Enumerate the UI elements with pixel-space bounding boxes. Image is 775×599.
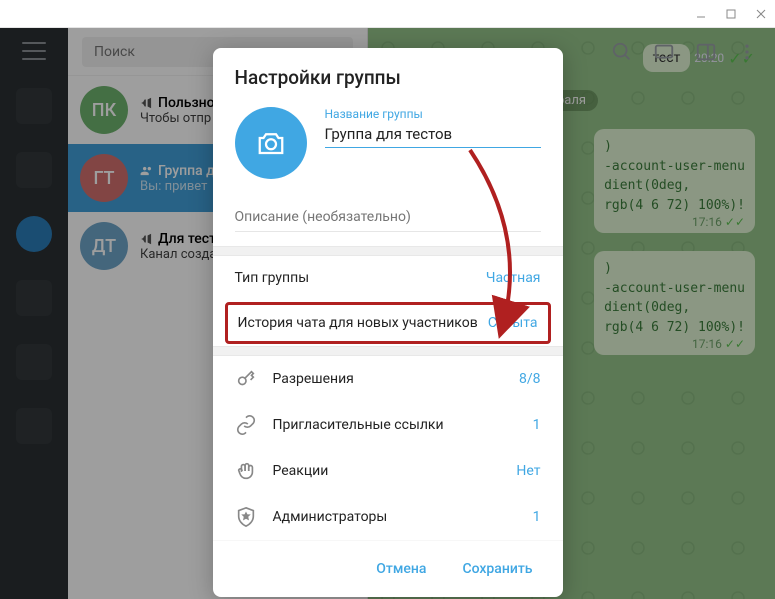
group-name-input[interactable] [325, 123, 541, 148]
shield-star-icon [235, 506, 257, 528]
camera-icon [256, 130, 286, 156]
key-icon [235, 368, 257, 390]
admins-row[interactable]: Администраторы 1 [213, 494, 563, 540]
window-titlebar [0, 0, 775, 28]
invite-links-row[interactable]: Пригласительные ссылки 1 [213, 402, 563, 448]
link-icon [235, 414, 257, 436]
group-photo-button[interactable] [235, 107, 307, 179]
group-name-label: Название группы [325, 107, 541, 121]
modal-overlay[interactable]: Настройки группы Название группы Тип гру… [0, 28, 775, 599]
chat-history-row[interactable]: История чата для новых участников Скрыта [228, 305, 548, 341]
annotation-highlight: История чата для новых участников Скрыта [225, 302, 551, 344]
cancel-button[interactable]: Отмена [362, 553, 440, 585]
permissions-row[interactable]: Разрешения 8/8 [213, 356, 563, 402]
group-settings-modal: Настройки группы Название группы Тип гру… [213, 48, 563, 597]
maximize-button[interactable] [725, 8, 737, 20]
group-description-input[interactable] [235, 205, 541, 232]
reactions-row[interactable]: Реакции Нет [213, 448, 563, 494]
close-button[interactable] [755, 8, 767, 20]
wave-icon [235, 460, 257, 482]
group-type-row[interactable]: Тип группы Частная [213, 256, 563, 300]
modal-title: Настройки группы [213, 48, 563, 101]
minimize-button[interactable] [695, 8, 707, 20]
save-button[interactable]: Сохранить [448, 553, 546, 585]
